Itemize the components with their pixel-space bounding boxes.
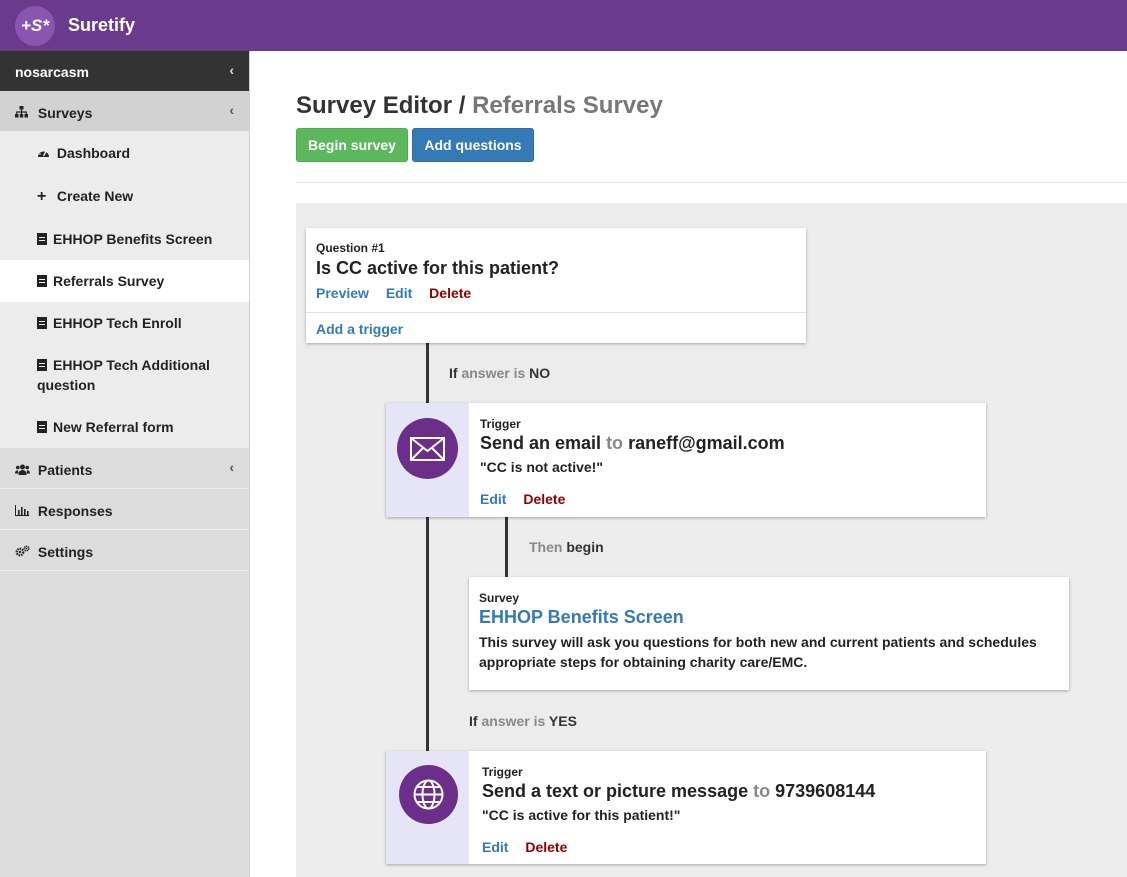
sidebar-item-label: Patients bbox=[37, 462, 93, 478]
sidebar-item-new-referral-form[interactable]: New Referral form bbox=[0, 406, 249, 448]
sidebar-item-label: New Referral form bbox=[53, 419, 174, 435]
chevron-left-icon: ‹ bbox=[229, 459, 234, 476]
sidebar-item-ehhop-tech-enroll[interactable]: EHHOP Tech Enroll bbox=[0, 302, 249, 344]
condition-value: NO bbox=[529, 365, 551, 381]
trigger-message: "CC is active for this patient!" bbox=[482, 807, 681, 823]
question-card: Question #1 Is CC active for this patien… bbox=[306, 228, 806, 343]
chevron-left-icon[interactable]: ‹ bbox=[229, 62, 234, 78]
sidebar-item-label: Dashboard bbox=[56, 145, 131, 161]
question-text: Is CC active for this patient? bbox=[316, 258, 560, 278]
dashboard-icon bbox=[37, 144, 50, 164]
survey-description: This survey will ask you questions for b… bbox=[479, 634, 1037, 670]
trigger-target: 9739608144 bbox=[775, 781, 876, 801]
trigger-action: Send an email to raneff@gmail.com bbox=[480, 433, 976, 454]
delete-link[interactable]: Delete bbox=[429, 285, 471, 301]
sidebar-item-responses[interactable]: Responses bbox=[0, 489, 249, 530]
chevron-left-icon: ‹ bbox=[229, 102, 234, 119]
trigger-to: to bbox=[753, 781, 771, 801]
then-begin-label: Then begin bbox=[529, 539, 604, 555]
edit-link[interactable]: Edit bbox=[482, 839, 508, 855]
document-icon bbox=[37, 421, 47, 433]
trigger-card-text: Trigger Send a text or picture message t… bbox=[386, 751, 986, 864]
brand-name[interactable]: Suretify bbox=[68, 15, 135, 36]
trigger-to: to bbox=[606, 433, 624, 453]
sidebar-item-ehhop-benefits-screen[interactable]: EHHOP Benefits Screen bbox=[0, 218, 249, 260]
sidebar-item-label: Surveys bbox=[37, 105, 93, 121]
sidebar-user[interactable]: nosarcasm ‹ bbox=[0, 51, 249, 91]
sidebar-item-label: Settings bbox=[37, 544, 94, 560]
sidebar-item-patients[interactable]: Patients ‹ bbox=[0, 448, 249, 489]
sidebar-item-label: EHHOP Tech Enroll bbox=[53, 315, 182, 331]
gears-icon bbox=[15, 545, 31, 560]
condition-prefix: If bbox=[469, 713, 478, 729]
sidebar-item-label: EHHOP Benefits Screen bbox=[53, 231, 213, 247]
survey-flow-canvas: Question #1 Is CC active for this patien… bbox=[296, 203, 1127, 877]
top-navbar: +S* Suretify bbox=[0, 0, 1127, 51]
branch-condition-no: If answer is NO bbox=[449, 365, 550, 381]
edit-link[interactable]: Edit bbox=[480, 491, 506, 507]
document-icon bbox=[37, 359, 47, 371]
survey-label: Survey bbox=[479, 591, 520, 605]
logo-icon[interactable]: +S* bbox=[15, 6, 55, 46]
document-icon bbox=[37, 317, 47, 329]
trigger-label: Trigger bbox=[480, 417, 521, 431]
document-icon bbox=[37, 275, 47, 287]
then-label: Then bbox=[529, 539, 563, 555]
condition-mid: answer is bbox=[481, 713, 546, 729]
document-icon bbox=[37, 233, 47, 245]
trigger-icon-panel bbox=[386, 751, 469, 864]
trigger-action-text: Send an email bbox=[480, 433, 602, 453]
sidebar-item-settings[interactable]: Settings bbox=[0, 530, 249, 571]
trigger-message: "CC is not active!" bbox=[480, 459, 603, 475]
sidebar-item-label: Responses bbox=[37, 503, 113, 519]
sidebar-item-create-new[interactable]: + Create New bbox=[0, 175, 249, 218]
add-trigger-link[interactable]: Add a trigger bbox=[316, 321, 403, 337]
sidebar-item-ehhop-tech-additional-question[interactable]: EHHOP Tech Additional question bbox=[0, 344, 249, 406]
trigger-label: Trigger bbox=[482, 765, 523, 779]
sidebar-item-label: EHHOP Tech Additional question bbox=[37, 357, 210, 393]
globe-icon bbox=[399, 765, 458, 824]
flow-connector bbox=[426, 517, 429, 751]
sidebar-item-label: Referrals Survey bbox=[53, 273, 165, 289]
add-questions-button[interactable]: Add questions bbox=[412, 128, 534, 162]
trigger-icon-panel bbox=[386, 403, 469, 517]
bar-chart-icon bbox=[15, 505, 31, 519]
trigger-action-text: Send a text or picture message bbox=[482, 781, 749, 801]
delete-link[interactable]: Delete bbox=[525, 839, 567, 855]
divider bbox=[296, 182, 1127, 183]
preview-link[interactable]: Preview bbox=[316, 285, 369, 301]
condition-mid: answer is bbox=[461, 365, 526, 381]
begin-label: begin bbox=[566, 539, 604, 555]
page-title: Survey Editor / Referrals Survey bbox=[296, 92, 663, 120]
sidebar-item-surveys[interactable]: Surveys ‹ bbox=[0, 91, 249, 132]
plus-icon: + bbox=[37, 188, 47, 205]
trigger-target: raneff@gmail.com bbox=[628, 433, 785, 453]
delete-link[interactable]: Delete bbox=[523, 491, 565, 507]
sidebar-item-dashboard[interactable]: Dashboard bbox=[0, 132, 249, 175]
page-title-main: Survey Editor / bbox=[296, 92, 466, 119]
users-icon bbox=[15, 464, 31, 478]
sidebar-item-referrals-survey[interactable]: Referrals Survey bbox=[0, 260, 249, 302]
survey-card: Survey EHHOP Benefits Screen This survey… bbox=[469, 577, 1069, 690]
trigger-action: Send a text or picture message to 973960… bbox=[482, 781, 976, 802]
edit-link[interactable]: Edit bbox=[386, 285, 412, 301]
condition-prefix: If bbox=[449, 365, 458, 381]
sidebar-item-label: Create New bbox=[56, 188, 134, 204]
user-name: nosarcasm bbox=[15, 64, 89, 80]
branch-condition-yes: If answer is YES bbox=[469, 713, 577, 729]
flow-connector bbox=[505, 517, 508, 577]
trigger-card-email: Trigger Send an email to raneff@gmail.co… bbox=[386, 403, 986, 517]
begin-survey-button[interactable]: Begin survey bbox=[296, 128, 408, 162]
question-number: Question #1 bbox=[316, 241, 385, 255]
page-title-survey-name: Referrals Survey bbox=[472, 92, 663, 119]
surveys-submenu: Dashboard + Create New EHHOP Benefits Sc… bbox=[0, 132, 249, 448]
envelope-icon bbox=[397, 418, 458, 479]
sidebar: nosarcasm ‹ Surveys ‹ Dashboard + Create… bbox=[0, 51, 250, 877]
flow-connector bbox=[426, 342, 429, 403]
sitemap-icon bbox=[15, 106, 31, 121]
survey-title-link[interactable]: EHHOP Benefits Screen bbox=[479, 607, 1059, 628]
condition-value: YES bbox=[548, 713, 577, 729]
